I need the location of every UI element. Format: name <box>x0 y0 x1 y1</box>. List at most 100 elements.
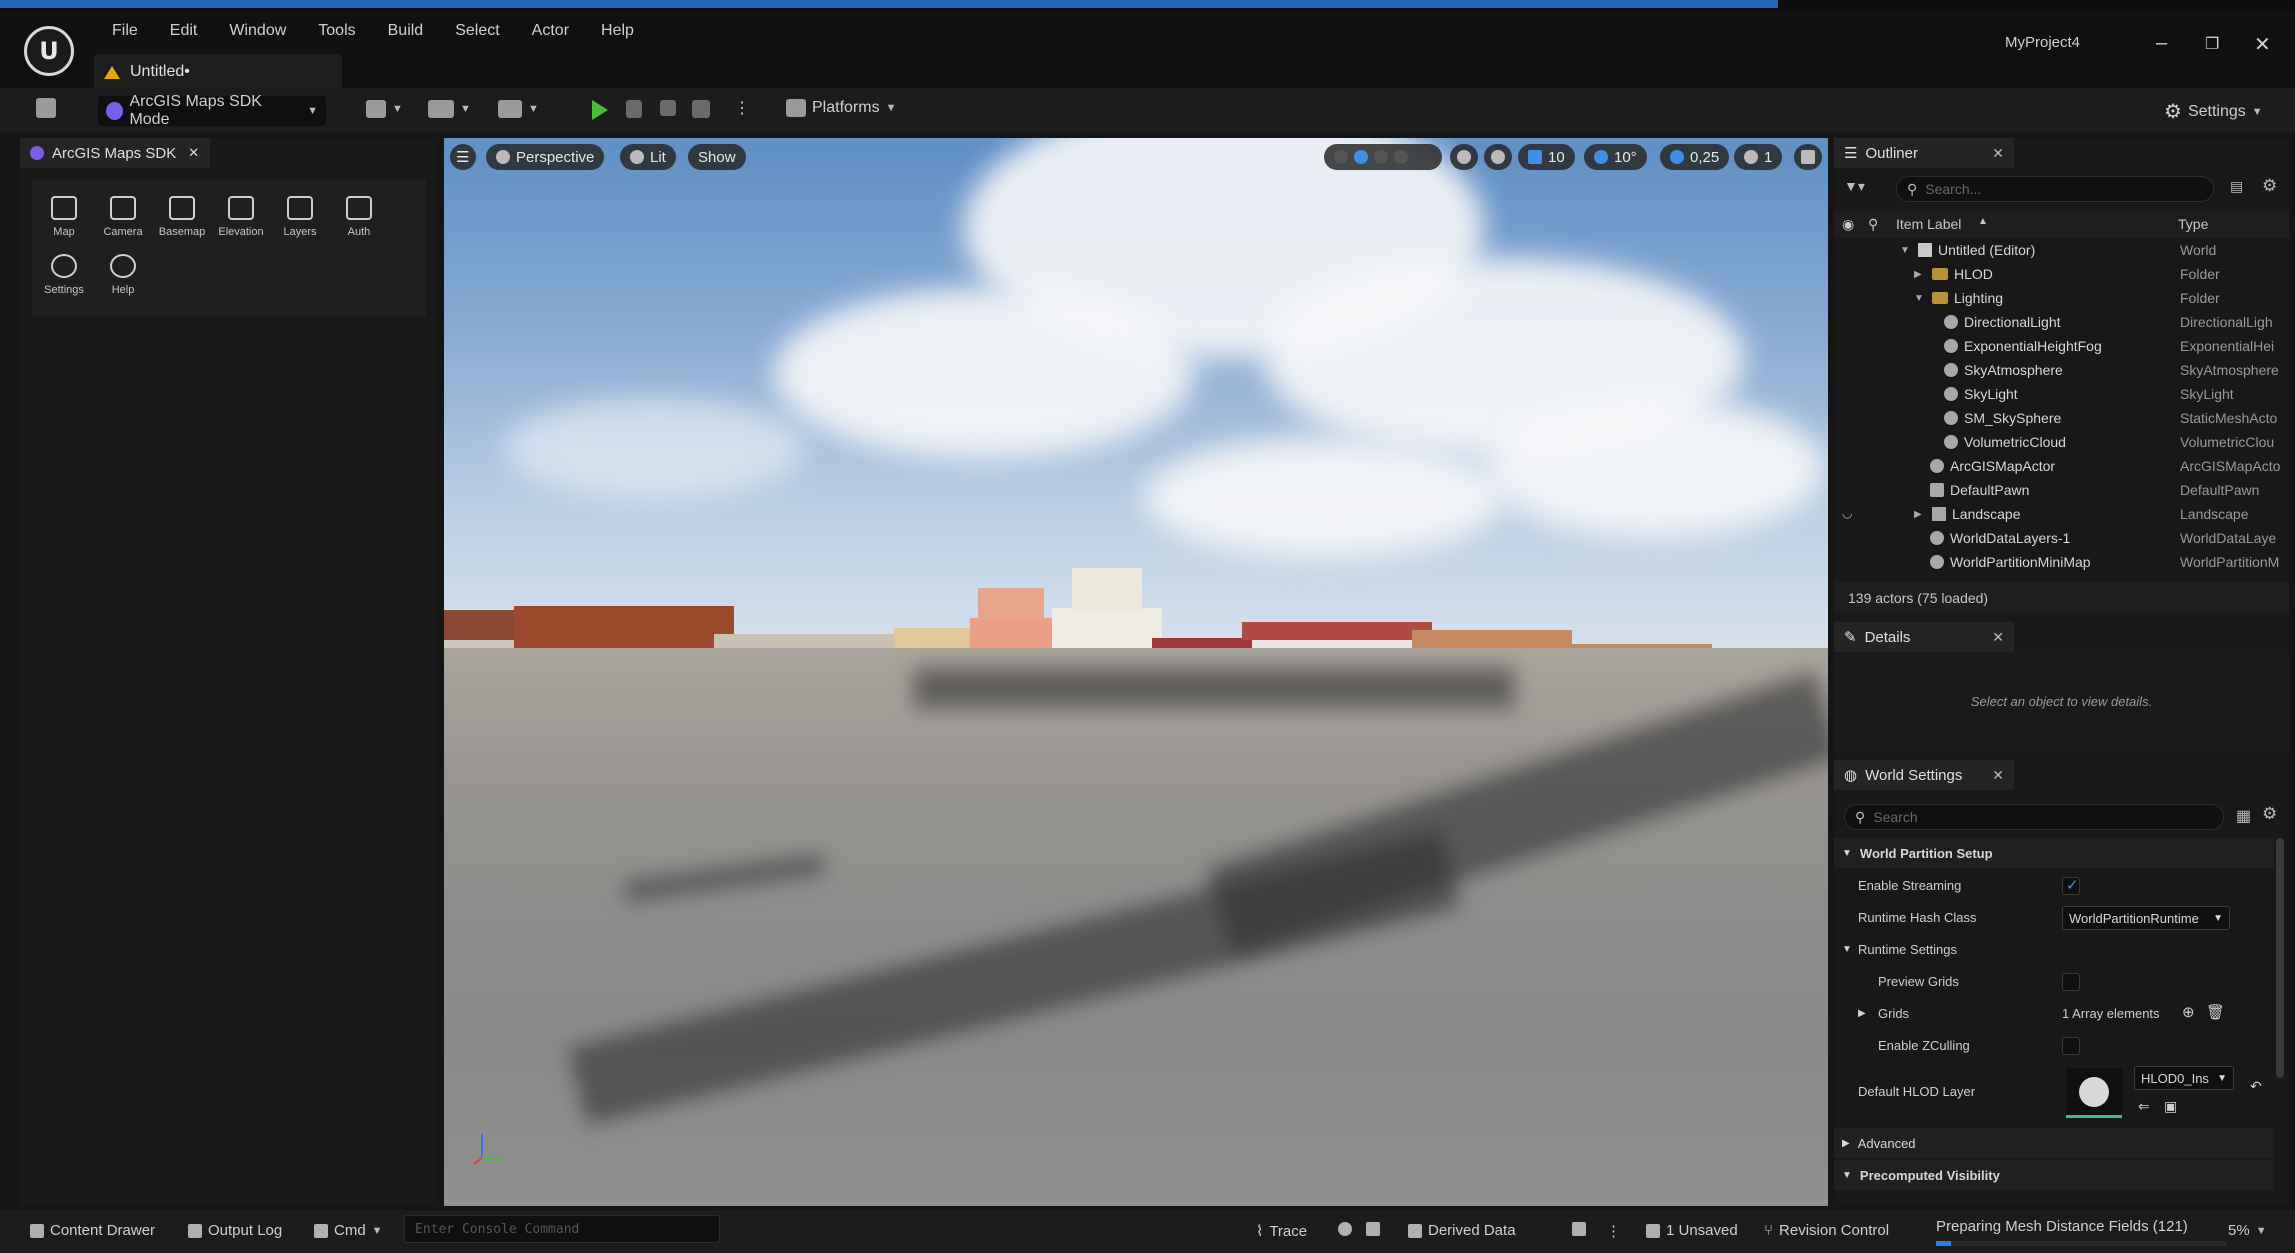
cinematics-button[interactable]: ▼ <box>498 100 539 118</box>
pin-icon[interactable]: ⚲ <box>1868 216 1878 233</box>
trace-button[interactable]: ⌇ Trace <box>1256 1222 1307 1241</box>
level-viewport[interactable]: ☰ Perspective Lit Show 10 10° 0,25 1 <box>444 138 1828 1206</box>
outliner-row[interactable]: ▶ HLOD Folder <box>1834 266 2289 289</box>
outliner-row[interactable]: ArcGISMapActor ArcGISMapActo <box>1834 458 2289 481</box>
close-tab-icon[interactable]: ✕ <box>188 145 199 161</box>
tool-basemap[interactable]: Basemap <box>154 196 210 238</box>
world-settings-search-input[interactable]: ⚲ Search <box>1844 804 2224 830</box>
menu-select[interactable]: Select <box>439 22 515 40</box>
show-button[interactable]: Show <box>688 144 746 170</box>
scale-snap-button[interactable]: 0,25 <box>1660 144 1730 170</box>
settings-button[interactable]: ⚙ Settings ▼ <box>2164 99 2263 124</box>
outliner-row[interactable]: VolumetricCloud VolumetricClou <box>1834 434 2289 457</box>
arcgis-panel-tab[interactable]: ArcGIS Maps SDK ✕ <box>20 138 210 168</box>
globe-icon[interactable] <box>1450 144 1478 170</box>
filter-icon[interactable]: ▼▾ <box>1844 178 1865 195</box>
expand-icon[interactable]: ▶ <box>1858 1008 1866 1019</box>
runtime-hash-dropdown[interactable]: WorldPartitionRuntime ▼ <box>2062 906 2230 930</box>
add-element-icon[interactable]: ⊕ <box>2182 1003 2195 1021</box>
derived-data-button[interactable]: Derived Data <box>1408 1222 1516 1239</box>
layout-icon[interactable] <box>1794 144 1822 170</box>
gear-icon[interactable]: ⚙ <box>2262 176 2277 196</box>
unreal-logo-icon[interactable]: U <box>24 26 74 76</box>
mode-selector[interactable]: ArcGIS Maps SDK Mode ▼ <box>98 93 326 128</box>
section-advanced[interactable]: ▶ Advanced <box>1834 1128 2274 1158</box>
transform-tools[interactable] <box>1324 144 1442 170</box>
tool-map[interactable]: Map <box>36 196 92 238</box>
revision-control-button[interactable]: ⑂ Revision Control <box>1764 1222 1889 1239</box>
tool-elevation[interactable]: Elevation <box>213 196 269 238</box>
restore-icon[interactable]: ❐ <box>2205 34 2219 54</box>
menu-edit[interactable]: Edit <box>154 22 214 40</box>
viewport-menu-icon[interactable]: ☰ <box>450 144 476 170</box>
table-view-icon[interactable]: ▦ <box>2236 806 2251 826</box>
trash-icon[interactable]: 🗑 <box>2206 1003 2225 1021</box>
output-log-button[interactable]: Output Log <box>188 1222 282 1239</box>
tool-settings[interactable]: Settings <box>36 254 92 296</box>
content-drawer-button[interactable]: Content Drawer <box>30 1222 155 1239</box>
browse-arrow-icon[interactable]: ⇐ <box>2138 1098 2150 1115</box>
advance-frame-icon[interactable] <box>626 100 642 118</box>
close-tab-icon[interactable]: ✕ <box>1992 629 2004 646</box>
surface-snap-icon[interactable] <box>1484 144 1512 170</box>
outliner-row[interactable]: ◡ ▶ Landscape Landscape <box>1834 506 2289 529</box>
tool-layers[interactable]: Layers <box>272 196 328 238</box>
outliner-row[interactable]: ▼ Untitled (Editor) World <box>1834 242 2289 265</box>
section-world-partition[interactable]: ▼ World Partition Setup <box>1834 838 2274 868</box>
outliner-row[interactable]: DefaultPawn DefaultPawn <box>1834 482 2289 505</box>
close-tab-icon[interactable]: ✕ <box>1992 767 2004 784</box>
item-label-column[interactable]: Item Label <box>1896 216 1961 232</box>
more-options-icon[interactable]: ⋮ <box>734 98 750 118</box>
outliner-row[interactable]: ▼ Lighting Folder <box>1834 290 2289 313</box>
eject-icon[interactable] <box>692 100 710 118</box>
enable-streaming-checkbox[interactable] <box>2062 876 2080 895</box>
hlod-layer-dropdown[interactable]: HLOD0_Ins ▼ <box>2134 1066 2234 1090</box>
stats-icon[interactable] <box>1572 1222 1586 1236</box>
gear-icon[interactable]: ⚙ <box>2262 804 2277 824</box>
add-folder-icon[interactable]: ▤ <box>2230 178 2243 195</box>
task-progress[interactable]: Preparing Mesh Distance Fields (121) <box>1932 1214 2234 1248</box>
tool-help[interactable]: Help <box>95 254 151 296</box>
menu-actor[interactable]: Actor <box>516 22 585 40</box>
visibility-icon[interactable]: ◉ <box>1842 216 1854 233</box>
outliner-row[interactable]: ExponentialHeightFog ExponentialHei <box>1834 338 2289 361</box>
minimize-icon[interactable]: – <box>2156 32 2167 55</box>
menu-window[interactable]: Window <box>213 22 302 40</box>
tool-camera[interactable]: Camera <box>95 196 151 238</box>
grid-snap-button[interactable]: 10 <box>1518 144 1575 170</box>
hidden-eye-icon[interactable]: ◡ <box>1842 506 1852 520</box>
scrollbar[interactable] <box>2276 838 2284 1078</box>
reset-icon[interactable]: ↶ <box>2250 1078 2262 1095</box>
hlod-thumbnail[interactable] <box>2066 1068 2122 1118</box>
document-tab[interactable]: Untitled• <box>94 54 342 90</box>
add-actor-button[interactable]: ▼ <box>366 100 403 118</box>
type-column[interactable]: Type <box>2178 216 2208 232</box>
close-tab-icon[interactable]: ✕ <box>1992 145 2004 162</box>
blueprint-button[interactable]: ▼ <box>428 100 471 118</box>
task-percent-dropdown[interactable]: 5% ▼ <box>2228 1222 2267 1239</box>
record-icon[interactable] <box>1338 1222 1352 1236</box>
rotation-snap-button[interactable]: 10° <box>1584 144 1647 170</box>
menu-file[interactable]: File <box>96 22 154 40</box>
enable-zculling-checkbox[interactable] <box>2062 1037 2080 1055</box>
menu-tools[interactable]: Tools <box>302 22 371 40</box>
tool-auth[interactable]: Auth <box>331 196 387 238</box>
platforms-button[interactable]: Platforms ▼ <box>786 99 896 117</box>
outliner-row[interactable]: SM_SkySphere StaticMeshActo <box>1834 410 2289 433</box>
outliner-row[interactable]: SkyLight SkyLight <box>1834 386 2289 409</box>
console-input[interactable]: Enter Console Command <box>404 1215 720 1243</box>
outliner-row[interactable]: WorldPartitionMiniMap WorldPartitionM <box>1834 554 2289 577</box>
save-icon[interactable] <box>36 98 56 118</box>
close-icon[interactable]: ✕ <box>2254 32 2271 57</box>
lit-button[interactable]: Lit <box>620 144 676 170</box>
outliner-row[interactable]: SkyAtmosphere SkyAtmosphere <box>1834 362 2289 385</box>
cmd-dropdown[interactable]: Cmd ▼ <box>314 1222 383 1239</box>
section-precomputed-visibility[interactable]: ▼ Precomputed Visibility <box>1834 1160 2274 1190</box>
outliner-search-input[interactable]: ⚲ Search... <box>1896 176 2214 202</box>
preview-grids-checkbox[interactable] <box>2062 973 2080 991</box>
menu-help[interactable]: Help <box>585 22 650 40</box>
screenshot-icon[interactable] <box>1366 1222 1380 1236</box>
camera-speed-button[interactable]: 1 <box>1734 144 1783 170</box>
menu-build[interactable]: Build <box>372 22 440 40</box>
more-options-icon[interactable]: ⋮ <box>1606 1222 1621 1240</box>
